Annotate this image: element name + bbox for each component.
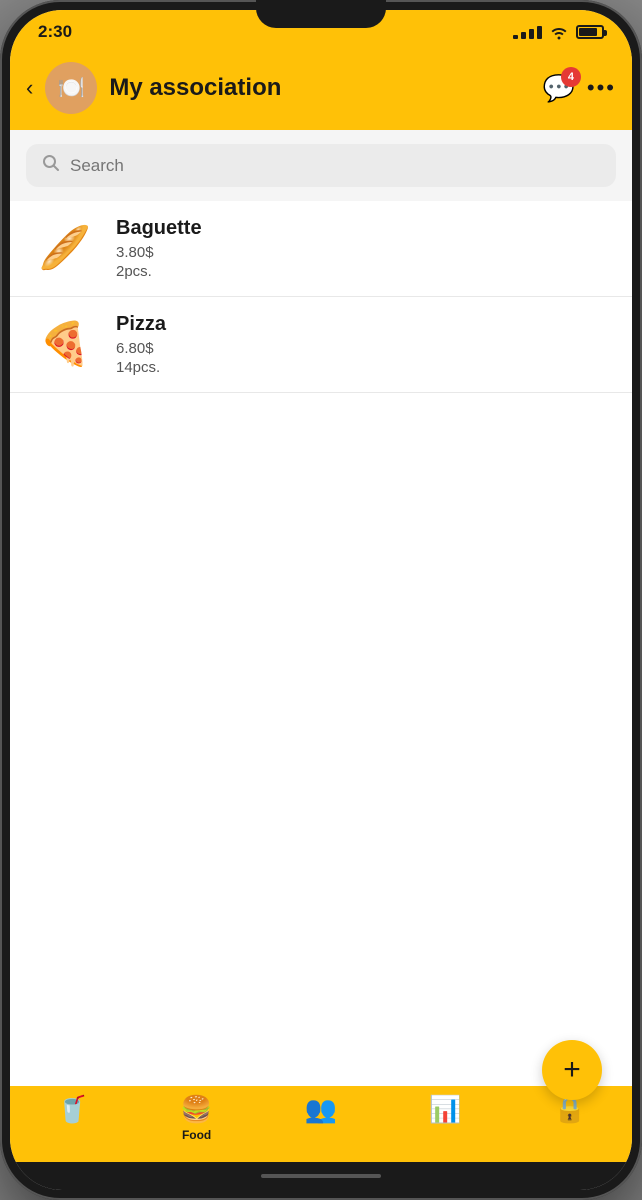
search-input[interactable] xyxy=(70,156,600,176)
items-list: 🥖 Baguette 3.80$ 2pcs. 🍕 Pizza 6.80$ 14p… xyxy=(10,201,632,1086)
nav-food-label: Food xyxy=(182,1128,211,1142)
nav-item-food[interactable]: 🍔 Food xyxy=(134,1094,258,1142)
list-item[interactable]: 🥖 Baguette 3.80$ 2pcs. xyxy=(10,201,632,297)
baguette-name: Baguette xyxy=(116,217,612,240)
battery-fill xyxy=(579,28,597,36)
main-content: 🥖 Baguette 3.80$ 2pcs. 🍕 Pizza 6.80$ 14p… xyxy=(10,130,632,1086)
members-icon: 👥 xyxy=(305,1094,337,1125)
home-bar xyxy=(261,1174,381,1178)
nav-item-members[interactable]: 👥 xyxy=(259,1094,383,1128)
phone-shell: 2:30 ‹ 🍽️ xyxy=(0,0,642,1200)
list-item[interactable]: 🍕 Pizza 6.80$ 14pcs. xyxy=(10,297,632,393)
home-indicator xyxy=(10,1162,632,1190)
wifi-icon xyxy=(548,24,570,40)
header-actions: 💬 4 ••• xyxy=(543,73,616,104)
drinks-icon: 🥤 xyxy=(56,1094,88,1125)
avatar: 🍽️ xyxy=(45,62,97,114)
notification-badge: 4 xyxy=(561,67,581,87)
back-button[interactable]: ‹ xyxy=(26,75,33,101)
pizza-qty: 14pcs. xyxy=(116,359,612,376)
notifications-button[interactable]: 💬 4 xyxy=(543,73,575,104)
fab-container: + xyxy=(542,1040,602,1100)
search-bar[interactable] xyxy=(26,144,616,187)
baguette-qty: 2pcs. xyxy=(116,263,612,280)
search-container xyxy=(10,130,632,201)
more-options-button[interactable]: ••• xyxy=(587,75,616,101)
phone-inner: 2:30 ‹ 🍽️ xyxy=(10,10,632,1190)
battery-icon xyxy=(576,25,604,39)
stats-icon: 📊 xyxy=(429,1094,461,1125)
nav-item-stats[interactable]: 📊 xyxy=(383,1094,507,1128)
status-icons xyxy=(513,24,604,40)
pizza-info: Pizza 6.80$ 14pcs. xyxy=(116,313,612,376)
nav-item-drinks[interactable]: 🥤 xyxy=(10,1094,134,1128)
baguette-price: 3.80$ xyxy=(116,244,612,261)
app-header: ‹ 🍽️ My association 💬 4 ••• xyxy=(10,54,632,130)
status-time: 2:30 xyxy=(38,22,72,42)
page-title: My association xyxy=(109,74,542,102)
add-item-button[interactable]: + xyxy=(542,1040,602,1100)
food-icon: 🍔 xyxy=(180,1094,212,1125)
notch xyxy=(256,0,386,28)
bottom-nav: 🥤 🍔 Food 👥 📊 🔒 xyxy=(10,1086,632,1162)
baguette-info: Baguette 3.80$ 2pcs. xyxy=(116,217,612,280)
signal-icon xyxy=(513,26,542,39)
pizza-price: 6.80$ xyxy=(116,340,612,357)
search-icon xyxy=(42,154,60,177)
pizza-image: 🍕 xyxy=(30,315,100,375)
pizza-name: Pizza xyxy=(116,313,612,336)
baguette-image: 🥖 xyxy=(30,219,100,279)
